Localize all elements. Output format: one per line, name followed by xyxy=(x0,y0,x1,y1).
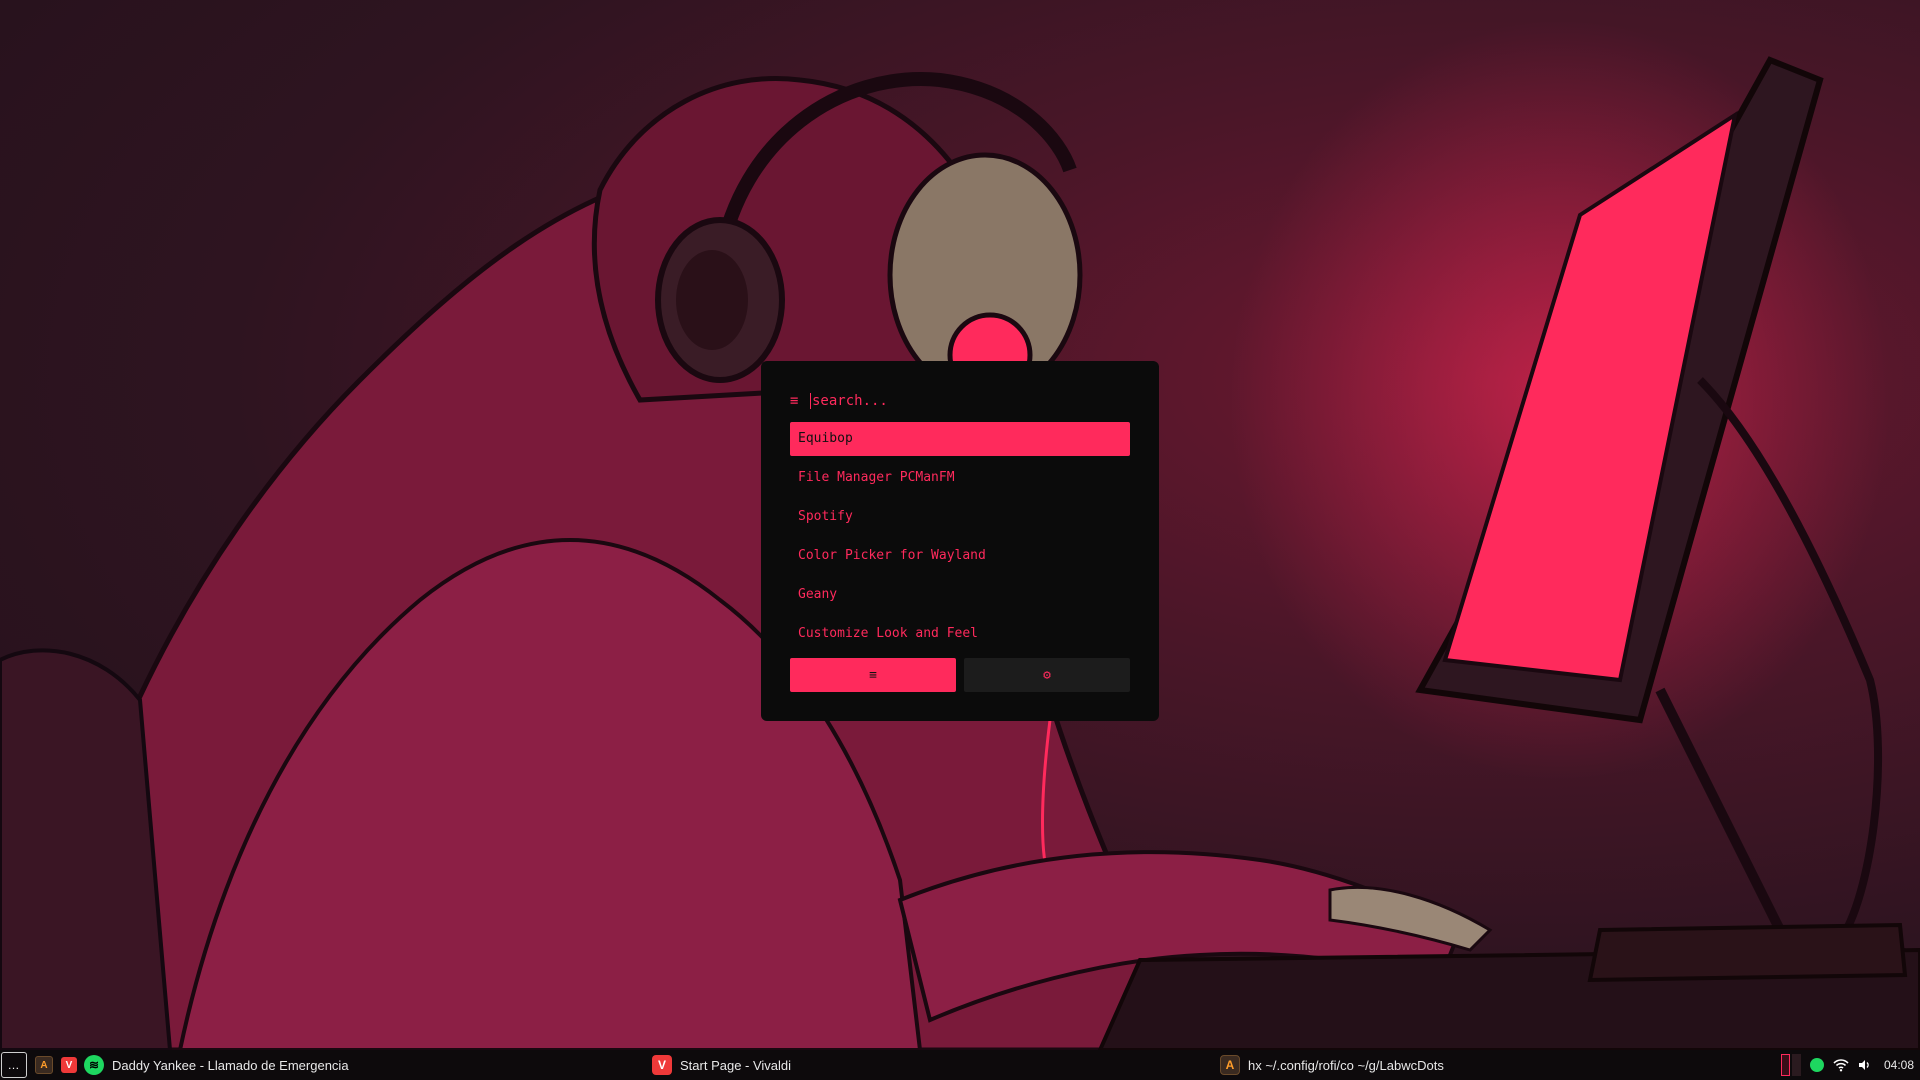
clock[interactable]: 04:08 xyxy=(1884,1058,1914,1072)
task-vivaldi[interactable]: V Start Page - Vivaldi xyxy=(652,1050,791,1080)
settings-mode-button[interactable]: ⚙ xyxy=(964,658,1130,692)
app-item-equibop[interactable]: Equibop xyxy=(790,422,1130,456)
terminal-glyph: A xyxy=(40,1059,48,1071)
task-spotify[interactable]: ≋ Daddy Yankee - Llamado de Emergencia xyxy=(84,1050,349,1080)
foot-terminal-icon[interactable]: A xyxy=(35,1056,53,1074)
task-title: hx ~/.config/rofi/co ~/g/LabwcDots xyxy=(1248,1057,1444,1073)
menu-icon: ≡ xyxy=(869,667,877,683)
app-menu-button[interactable]: … xyxy=(1,1052,27,1078)
workspace-indicator[interactable] xyxy=(1780,1054,1801,1076)
vivaldi-icon[interactable]: V xyxy=(61,1057,77,1073)
desktop: ≡ Equibop File Manager PCManFM Spotify C… xyxy=(0,0,1920,1080)
taskbar: … A V ≋ Daddy Yankee - Llamado de Emerge… xyxy=(0,1050,1920,1080)
spotify-tray-icon[interactable] xyxy=(1809,1058,1824,1072)
terminal-icon: A xyxy=(1220,1055,1240,1075)
more-icon: … xyxy=(7,1058,21,1072)
vivaldi-glyph: V xyxy=(65,1059,73,1071)
app-item-spotify[interactable]: Spotify xyxy=(790,500,1130,534)
mode-switcher: ≡ ⚙ xyxy=(790,658,1130,692)
app-item-color-picker[interactable]: Color Picker for Wayland xyxy=(790,539,1130,573)
vivaldi-icon: V xyxy=(652,1055,672,1075)
gear-icon: ⚙ xyxy=(1043,667,1051,683)
app-item-file-manager[interactable]: File Manager PCManFM xyxy=(790,461,1130,495)
app-list: Equibop File Manager PCManFM Spotify Col… xyxy=(790,422,1130,651)
system-tray: 04:08 xyxy=(1772,1050,1914,1080)
search-input[interactable] xyxy=(810,393,1112,409)
app-item-geany[interactable]: Geany xyxy=(790,578,1130,612)
app-item-customize-look[interactable]: Customize Look and Feel xyxy=(790,617,1130,651)
search-bar[interactable]: ≡ xyxy=(790,391,1130,411)
app-launcher: ≡ Equibop File Manager PCManFM Spotify C… xyxy=(761,361,1159,721)
task-title: Start Page - Vivaldi xyxy=(680,1057,792,1073)
task-title: Daddy Yankee - Llamado de Emergencia xyxy=(112,1057,349,1073)
wifi-icon[interactable] xyxy=(1833,1058,1849,1072)
volume-icon[interactable] xyxy=(1858,1059,1872,1071)
drun-mode-button[interactable]: ≡ xyxy=(790,658,956,692)
menu-icon: ≡ xyxy=(790,393,799,409)
task-terminal[interactable]: A hx ~/.config/rofi/co ~/g/LabwcDots xyxy=(1220,1050,1444,1080)
spotify-icon: ≋ xyxy=(84,1055,104,1075)
